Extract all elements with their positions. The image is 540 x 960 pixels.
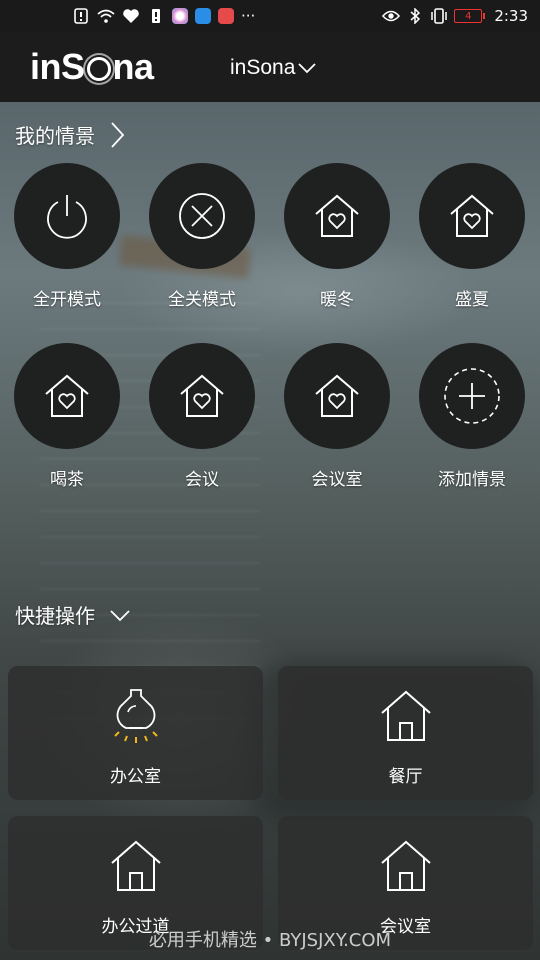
quick-card-label: 餐厅 [388, 767, 423, 787]
wifi-icon [97, 7, 115, 25]
scene-button[interactable] [149, 163, 255, 269]
scene-all-off[interactable]: 全关模式 [142, 163, 262, 310]
status-bar: ··· 4 2:33 [0, 0, 540, 32]
chevron-down-icon [110, 609, 130, 621]
scene-button[interactable] [419, 163, 525, 269]
scene-label: 添加情景 [438, 470, 506, 490]
scene-meeting[interactable]: 会议 [142, 343, 262, 490]
quick-card-label: 办公室 [110, 767, 161, 787]
browser-notification-icon [195, 8, 211, 24]
alert-icon [72, 7, 90, 25]
scene-all-on[interactable]: 全开模式 [7, 163, 127, 310]
app-header: inSona inSna inSona [0, 32, 540, 102]
status-notifications: ··· [72, 7, 255, 25]
quick-card-dining[interactable]: 餐厅 [278, 666, 533, 800]
eye-icon [382, 7, 401, 25]
home-name: inSona [230, 56, 296, 79]
scene-add[interactable]: 添加情景 [412, 343, 532, 490]
more-notifications: ··· [241, 7, 256, 25]
scene-label: 全关模式 [168, 290, 236, 310]
app-logo: inSona inSna [30, 46, 154, 87]
scene-tea[interactable]: 喝茶 [7, 343, 127, 490]
vibrate-icon [430, 7, 448, 25]
scene-meeting-room[interactable]: 会议室 [277, 343, 397, 490]
status-system: 4 2:33 [382, 7, 528, 25]
quick-section-title: 快捷操作 [15, 604, 95, 628]
chevron-right-icon [111, 121, 125, 148]
scene-button[interactable] [284, 163, 390, 269]
lamp-on-icon [109, 686, 163, 746]
bluetooth-icon [406, 7, 424, 25]
app-notification-icon [172, 8, 188, 24]
scene-button[interactable] [14, 163, 120, 269]
home-selector[interactable]: inSona [230, 56, 317, 80]
scene-button[interactable] [14, 343, 120, 449]
scene-label: 盛夏 [455, 290, 489, 310]
scene-label: 会议室 [311, 470, 363, 490]
health-heart-icon [122, 7, 140, 25]
scene-button[interactable] [149, 343, 255, 449]
scenes-section-title: 我的情景 [15, 124, 95, 148]
close-circle-icon [179, 193, 225, 239]
scene-label: 全开模式 [33, 290, 101, 310]
message-notification-icon [218, 8, 234, 24]
scene-label: 喝茶 [50, 470, 84, 490]
chevron-down-icon [298, 63, 317, 74]
scene-button[interactable] [284, 343, 390, 449]
watermark: 必用手机精选 • BYJSJXY.COM [148, 930, 392, 951]
scene-summer[interactable]: 盛夏 [412, 163, 532, 310]
quick-card-office[interactable]: 办公室 [8, 666, 263, 800]
add-dashed-icon [444, 368, 500, 424]
home-heart-icon [45, 374, 89, 417]
scenes-section-header[interactable]: 我的情景 [15, 120, 125, 149]
clock: 2:33 [494, 7, 528, 25]
add-scene-button[interactable] [419, 343, 525, 449]
scene-warm-winter[interactable]: 暖冬 [277, 163, 397, 310]
house-icon [379, 836, 433, 896]
home-heart-icon [315, 194, 359, 237]
sim-alert-icon [147, 7, 165, 25]
house-icon [379, 686, 433, 746]
power-icon [47, 195, 87, 239]
battery-icon: 4 [454, 9, 486, 23]
sun-logo-icon [86, 57, 111, 81]
quick-section-header[interactable]: 快捷操作 [15, 600, 131, 629]
scene-label: 会议 [185, 470, 219, 490]
scene-label: 暖冬 [320, 290, 354, 310]
home-heart-icon [450, 194, 494, 237]
home-heart-icon [315, 374, 359, 417]
home-heart-icon [180, 374, 224, 417]
house-icon [109, 836, 163, 896]
